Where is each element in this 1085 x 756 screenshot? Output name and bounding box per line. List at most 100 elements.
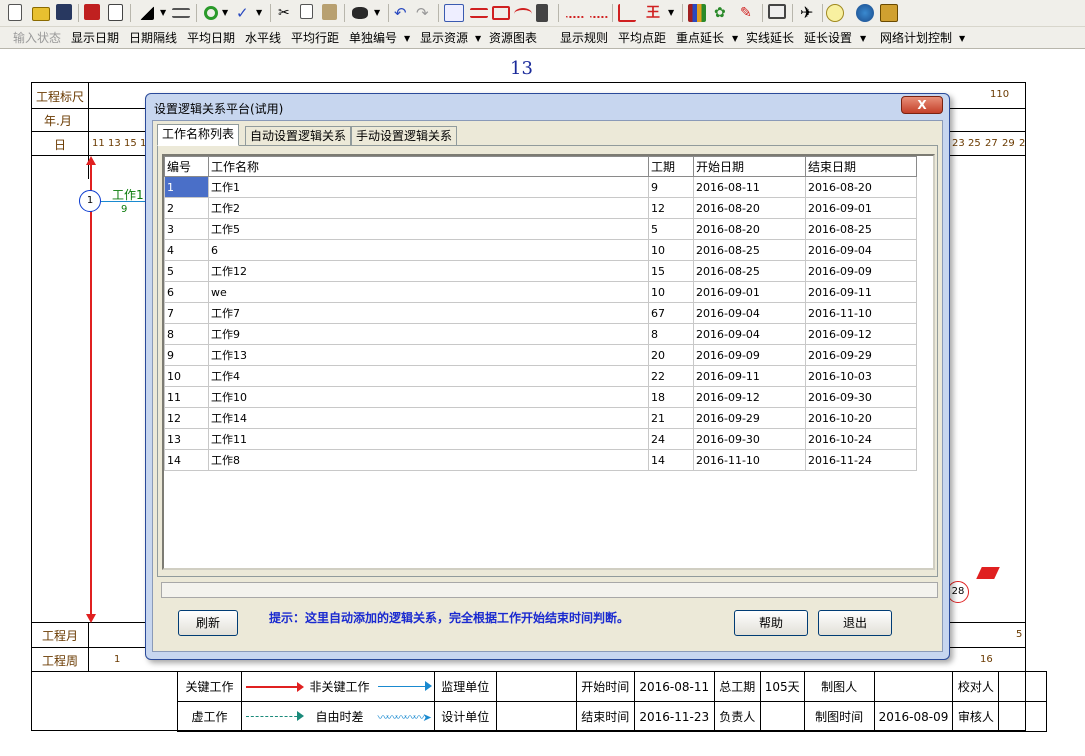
table-cell[interactable]: 2016-09-30: [693, 428, 806, 450]
check-icon[interactable]: ✓: [236, 4, 254, 22]
globe-icon[interactable]: [856, 4, 874, 22]
table-cell[interactable]: 2016-09-30: [805, 386, 917, 408]
horizontal-scrollbar[interactable]: [161, 582, 938, 598]
chart-icon[interactable]: [618, 4, 636, 22]
extend-settings-dropdown-icon[interactable]: ▼: [858, 30, 868, 47]
tools-icon[interactable]: ✿: [714, 4, 732, 22]
horizontal-line-button[interactable]: 水平线: [243, 30, 283, 47]
refresh-button[interactable]: 刷新: [178, 610, 238, 636]
line-style-dropdown-icon[interactable]: ▼: [160, 4, 168, 22]
table-row[interactable]: 14 工作8 14 2016-11-10 2016-11-24: [164, 449, 917, 471]
copy-icon[interactable]: [300, 4, 313, 19]
network-plan-control-button[interactable]: 网络计划控制: [878, 30, 954, 47]
table-cell[interactable]: 工作5: [208, 218, 649, 240]
table-cell[interactable]: 9: [164, 344, 209, 366]
table-cell[interactable]: 2016-09-12: [805, 323, 917, 345]
column-header-start[interactable]: 开始日期: [693, 156, 806, 177]
separate-numbering-button[interactable]: 单独编号: [347, 30, 399, 47]
show-date-button[interactable]: 显示日期: [69, 30, 121, 47]
help-button[interactable]: 帮助: [734, 610, 808, 636]
table-cell[interactable]: 2016-08-20: [693, 218, 806, 240]
separate-numbering-dropdown-icon[interactable]: ▼: [402, 30, 412, 47]
table-row[interactable]: 9 工作13 20 2016-09-09 2016-09-29: [164, 344, 917, 366]
table-row[interactable]: 10 工作4 22 2016-09-11 2016-10-03: [164, 365, 917, 387]
curve-icon[interactable]: [514, 8, 532, 20]
table-cell[interactable]: 工作2: [208, 197, 649, 219]
table-cell[interactable]: 2016-08-25: [693, 239, 806, 261]
table-cell[interactable]: we: [208, 281, 649, 303]
key-extend-button[interactable]: 重点延长: [674, 30, 726, 47]
table-cell[interactable]: 5: [648, 218, 694, 240]
plane-icon[interactable]: ✈: [800, 4, 818, 22]
print-preview-icon[interactable]: [108, 4, 123, 21]
library-icon[interactable]: [688, 4, 706, 22]
undo-icon[interactable]: ↶: [394, 4, 412, 22]
table-cell[interactable]: 2016-09-29: [693, 407, 806, 429]
table-cell[interactable]: 10: [648, 239, 694, 261]
table-cell[interactable]: 13: [164, 428, 209, 450]
table-cell[interactable]: 工作8: [208, 449, 649, 471]
table-row[interactable]: 5 工作12 15 2016-08-25 2016-09-09: [164, 260, 917, 282]
table-row[interactable]: 13 工作11 24 2016-09-30 2016-10-24: [164, 428, 917, 450]
column-header-name[interactable]: 工作名称: [208, 156, 649, 177]
critical-path-line[interactable]: [90, 160, 92, 620]
table-cell[interactable]: 工作1: [208, 176, 649, 198]
table-cell[interactable]: 2016-10-24: [805, 428, 917, 450]
table-cell[interactable]: 2016-08-25: [805, 218, 917, 240]
end-node[interactable]: 28: [947, 581, 969, 603]
table-row[interactable]: 3 工作5 5 2016-08-20 2016-08-25: [164, 218, 917, 240]
average-row-spacing-button[interactable]: 平均行距: [289, 30, 341, 47]
table-cell[interactable]: 4: [164, 239, 209, 261]
find-icon[interactable]: [352, 7, 368, 19]
tab-manual-logic[interactable]: 手动设置逻辑关系: [351, 126, 458, 146]
column-header-duration[interactable]: 工期: [648, 156, 694, 177]
show-rules-button[interactable]: 显示规则: [558, 30, 610, 47]
level-icon[interactable]: 王: [646, 4, 664, 22]
hint-icon[interactable]: [826, 4, 844, 22]
refresh-icon[interactable]: [204, 6, 218, 20]
table-cell[interactable]: 2016-11-24: [805, 449, 917, 471]
table-cell[interactable]: 2016-09-09: [693, 344, 806, 366]
table-row[interactable]: 6 we 10 2016-09-01 2016-09-11: [164, 281, 917, 303]
average-date-button[interactable]: 平均日期: [185, 30, 237, 47]
table-cell[interactable]: 2016-08-20: [805, 176, 917, 198]
table-cell[interactable]: 2016-09-11: [805, 281, 917, 303]
save-icon[interactable]: [56, 4, 72, 20]
table-cell[interactable]: 6: [208, 239, 649, 261]
table-cell[interactable]: 2016-10-20: [805, 407, 917, 429]
table-cell[interactable]: 2016-11-10: [805, 302, 917, 324]
table-cell[interactable]: 2016-08-25: [693, 260, 806, 282]
tab-task-list[interactable]: 工作名称列表: [157, 124, 240, 146]
table-cell[interactable]: 工作11: [208, 428, 649, 450]
table-row[interactable]: 1 工作1 9 2016-08-11 2016-08-20: [164, 176, 917, 198]
table-row[interactable]: 2 工作2 12 2016-08-20 2016-09-01: [164, 197, 917, 219]
input-state-button[interactable]: 输入状态: [11, 30, 63, 47]
cut-icon[interactable]: ✂: [278, 4, 296, 22]
table-cell[interactable]: 工作7: [208, 302, 649, 324]
table-cell[interactable]: 11: [164, 386, 209, 408]
bar-view-icon[interactable]: [470, 8, 488, 18]
table-cell[interactable]: 9: [648, 176, 694, 198]
table-row[interactable]: 8 工作9 8 2016-09-04 2016-09-12: [164, 323, 917, 345]
table-cell[interactable]: 14: [648, 449, 694, 471]
start-node[interactable]: 1: [79, 190, 101, 212]
table-cell[interactable]: 18: [648, 386, 694, 408]
table-cell[interactable]: 2016-09-04: [693, 302, 806, 324]
table-cell[interactable]: 2016-09-04: [693, 323, 806, 345]
table-cell[interactable]: 21: [648, 407, 694, 429]
table-cell[interactable]: 6: [164, 281, 209, 303]
tab-auto-logic[interactable]: 自动设置逻辑关系: [245, 126, 352, 146]
refresh-dropdown-icon[interactable]: ▼: [222, 4, 230, 22]
align-icon[interactable]: [172, 8, 190, 18]
line-style-icon[interactable]: [140, 6, 154, 20]
table-cell[interactable]: 15: [648, 260, 694, 282]
table-cell[interactable]: 工作9: [208, 323, 649, 345]
table-cell[interactable]: 3: [164, 218, 209, 240]
check-dropdown-icon[interactable]: ▼: [256, 4, 264, 22]
table-row[interactable]: 4 6 10 2016-08-25 2016-09-04: [164, 239, 917, 261]
date-gridline-button[interactable]: 日期隔线: [127, 30, 179, 47]
paste-icon[interactable]: [322, 4, 337, 20]
new-file-icon[interactable]: [8, 4, 22, 21]
exit-button[interactable]: 退出: [818, 610, 892, 636]
table-cell[interactable]: 2016-09-29: [805, 344, 917, 366]
